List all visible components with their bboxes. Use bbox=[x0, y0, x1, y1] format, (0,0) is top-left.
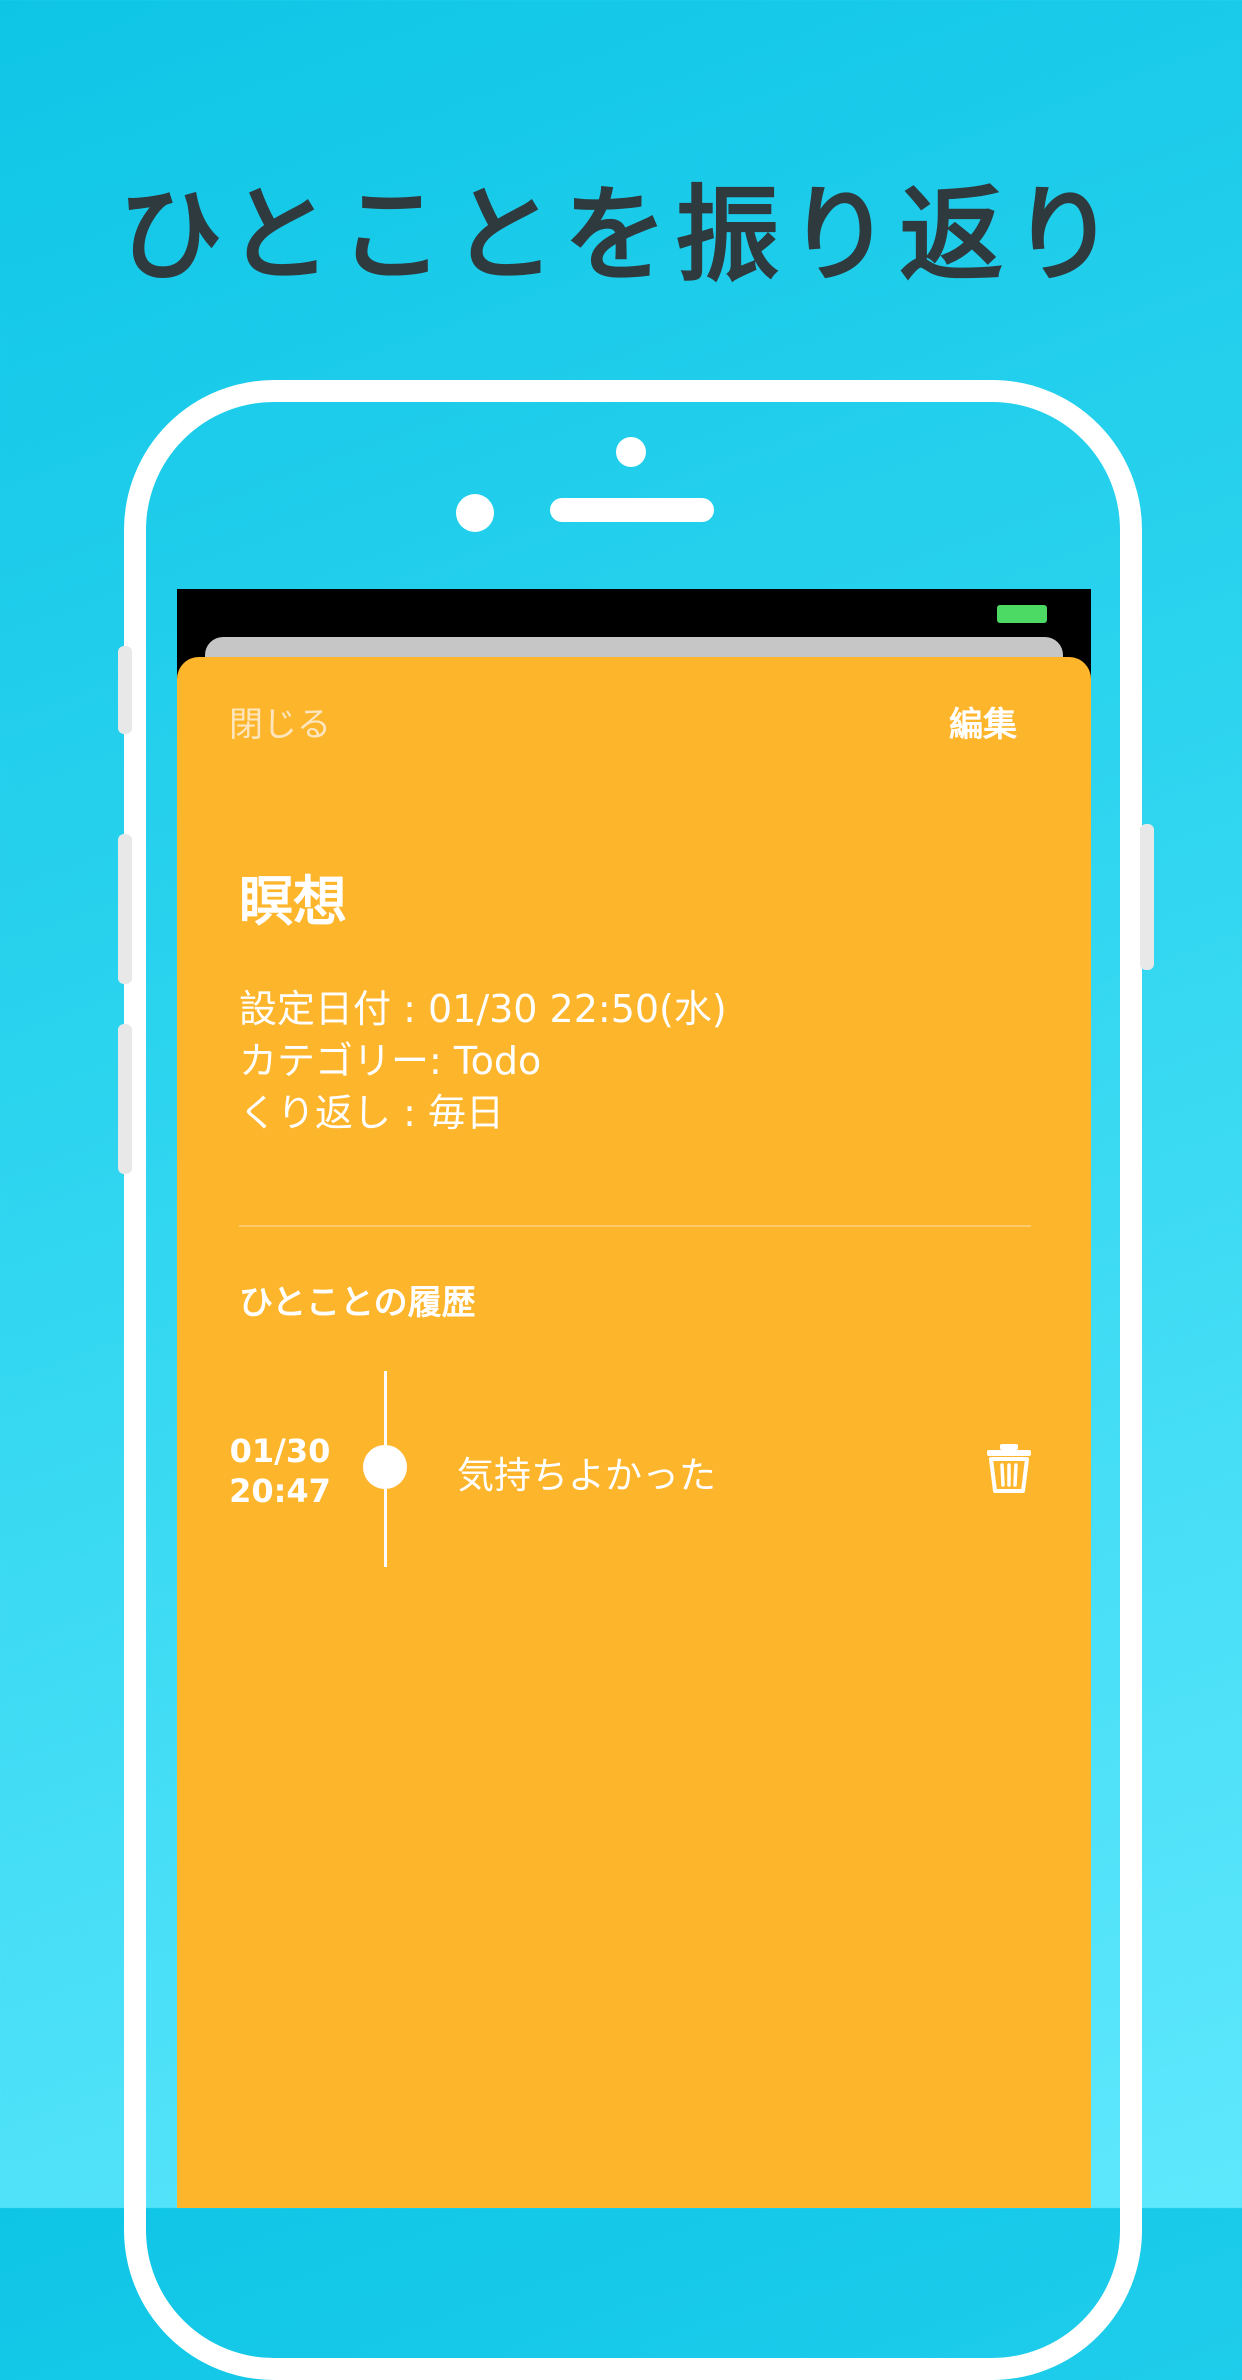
task-detail-sheet: 閉じる 編集 瞑想 設定日付 : 01/30 22:50(水) カテゴリー: T… bbox=[177, 657, 1091, 2208]
history-heading: ひとことの履歴 bbox=[239, 1283, 476, 1323]
phone-side-button-volume-up bbox=[118, 834, 132, 984]
proximity-sensor bbox=[456, 494, 494, 532]
task-details: 設定日付 : 01/30 22:50(水) カテゴリー: Todo くり返し :… bbox=[239, 983, 727, 1139]
history-entry-text: 気持ちよかった bbox=[457, 1454, 716, 1497]
detail-date: 設定日付 : 01/30 22:50(水) bbox=[239, 987, 727, 1031]
phone-screen: 閉じる 編集 瞑想 設定日付 : 01/30 22:50(水) カテゴリー: T… bbox=[177, 589, 1091, 2208]
entry-date: 01/30 bbox=[229, 1432, 331, 1470]
task-title: 瞑想 bbox=[239, 870, 347, 933]
earpiece-speaker bbox=[550, 498, 714, 522]
entry-time: 20:47 bbox=[229, 1472, 331, 1510]
phone-side-button-mute bbox=[118, 646, 132, 734]
detail-repeat: くり返し : 毎日 bbox=[239, 1091, 504, 1135]
headline: ひとことを振り返り bbox=[118, 174, 1124, 296]
detail-category: カテゴリー: Todo bbox=[239, 1039, 542, 1083]
divider bbox=[239, 1225, 1031, 1227]
close-button[interactable]: 閉じる bbox=[229, 697, 331, 746]
front-camera bbox=[616, 437, 646, 467]
timeline-dot bbox=[363, 1445, 407, 1489]
history-entry-timestamp: 01/30 20:47 bbox=[205, 1431, 355, 1511]
phone-side-button-volume-down bbox=[118, 1024, 132, 1174]
phone-side-button-power bbox=[1140, 824, 1154, 970]
edit-button[interactable]: 編集 bbox=[949, 697, 1017, 746]
battery-indicator bbox=[997, 605, 1047, 623]
trash-icon[interactable] bbox=[983, 1441, 1035, 1493]
